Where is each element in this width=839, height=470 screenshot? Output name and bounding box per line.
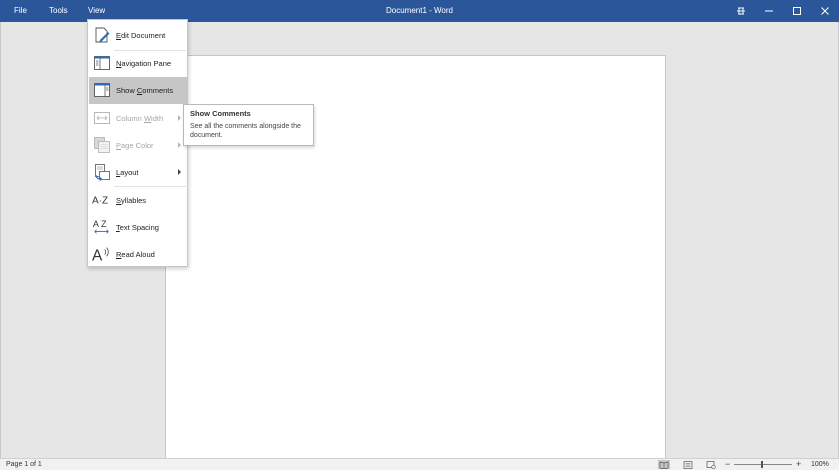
- menu-item-layout[interactable]: Layout: [89, 159, 187, 186]
- menu-item-text-spacing[interactable]: A Z Text Spacing: [89, 214, 187, 241]
- pin-icon[interactable]: [727, 0, 755, 22]
- page-count: Page 1 of 1: [6, 461, 42, 468]
- svg-text:A: A: [92, 247, 103, 264]
- zoom-in-button[interactable]: +: [796, 459, 801, 469]
- minimize-icon[interactable]: [755, 0, 783, 22]
- column-width-icon: [92, 108, 112, 128]
- print-layout-icon[interactable]: [682, 460, 694, 469]
- zoom-level[interactable]: 100%: [811, 460, 829, 470]
- zoom-out-button[interactable]: −: [725, 459, 730, 469]
- menu-item-navigation-pane[interactable]: Navigation Pane: [89, 50, 187, 77]
- maximize-icon[interactable]: [783, 0, 811, 22]
- syllables-icon: A·Z: [92, 190, 112, 210]
- svg-text:A Z: A Z: [93, 219, 107, 229]
- menu-item-label: Column Width: [116, 114, 164, 123]
- tooltip-title: Show Comments: [190, 109, 251, 118]
- menu-item-label: Layout: [116, 168, 139, 177]
- page-color-icon: [92, 135, 112, 155]
- menu-file[interactable]: File: [8, 0, 33, 22]
- show-comments-tooltip: Show Comments See all the comments along…: [183, 104, 314, 146]
- menu-item-label: Edit Document: [116, 31, 166, 40]
- menu-item-column-width[interactable]: Column Width: [89, 105, 187, 132]
- view-menu-dropdown: Edit Document Navigation Pane Show Comme…: [87, 19, 188, 267]
- menu-item-syllables[interactable]: A·Z Syllables: [89, 187, 187, 214]
- menu-item-read-aloud[interactable]: A Read Aloud: [89, 241, 187, 268]
- submenu-arrow-icon: [178, 142, 181, 148]
- close-icon[interactable]: [811, 0, 839, 22]
- menu-item-label: Show Comments: [116, 86, 174, 95]
- text-spacing-icon: A Z: [92, 217, 112, 237]
- menu-item-show-comments[interactable]: Show Comments: [89, 77, 187, 104]
- menu-item-edit-document[interactable]: Edit Document: [89, 22, 187, 49]
- svg-text:A·Z: A·Z: [92, 196, 108, 207]
- menu-item-label: Navigation Pane: [116, 59, 172, 68]
- read-mode-icon[interactable]: [658, 460, 670, 469]
- edit-document-icon: [92, 25, 112, 45]
- menu-item-page-color[interactable]: Page Color: [89, 132, 187, 159]
- menu-item-label: Page Color: [116, 141, 154, 150]
- zoom-slider[interactable]: [734, 464, 792, 465]
- show-comments-icon: [92, 80, 112, 100]
- zoom-slider-thumb[interactable]: [761, 461, 763, 468]
- tooltip-description: See all the comments alongside the docum…: [190, 123, 301, 139]
- menu-tools[interactable]: Tools: [43, 0, 74, 22]
- menu-item-label: Text Spacing: [116, 223, 159, 232]
- menu-item-label: Read Aloud: [116, 250, 155, 259]
- status-bar: Page 1 of 1 − + 100%: [0, 458, 839, 470]
- submenu-arrow-icon: [178, 169, 181, 175]
- layout-icon: [92, 162, 112, 182]
- navigation-pane-icon: [92, 53, 112, 73]
- menu-item-label: Syllables: [116, 196, 147, 205]
- read-aloud-icon: A: [92, 244, 112, 264]
- submenu-arrow-icon: [178, 115, 181, 121]
- web-layout-icon[interactable]: [705, 460, 717, 469]
